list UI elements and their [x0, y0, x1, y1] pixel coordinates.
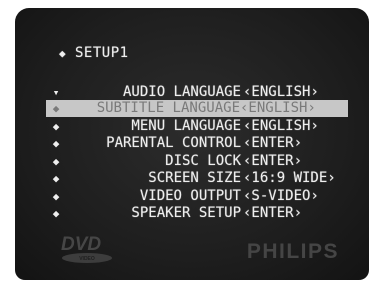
diamond-bullet-icon: ◆ [52, 137, 60, 150]
menu-item-label: DISC LOCK [165, 153, 241, 169]
diamond-bullet-icon: ◆ [52, 190, 60, 203]
menu-item-label: SPEAKER SETUP [131, 205, 241, 221]
diamond-bullet-icon: ◆ [52, 102, 60, 115]
dropdown-arrow-icon: ▾ [52, 86, 60, 99]
menu-item-value: ‹ENGLISH› [243, 118, 319, 134]
menu-item-label: VIDEO OUTPUT [139, 188, 241, 204]
menu-item-disc-lock[interactable]: ◆ DISC LOCK ‹ENTER› [49, 153, 349, 170]
dvd-logo-text: DVD [61, 234, 101, 255]
menu-item-speaker-setup[interactable]: ◆ SPEAKER SETUP ‹ENTER› [49, 205, 349, 222]
menu-item-label: MENU LANGUAGE [131, 118, 241, 134]
menu-item-audio-language[interactable]: ▾ AUDIO LANGUAGE ‹ENGLISH› [49, 84, 349, 101]
dvd-video-logo: DVD VIDEO [61, 234, 112, 263]
menu-title-bullet: ◆ [59, 47, 67, 60]
menu-item-value: ‹ENTER› [243, 205, 303, 221]
menu-item-label: SUBTITLE LANGUAGE [96, 100, 240, 116]
menu-item-label: AUDIO LANGUAGE [122, 84, 241, 100]
menu-title: SETUP1 [75, 45, 129, 61]
diamond-bullet-icon: ◆ [52, 120, 60, 133]
menu-item-value: ‹ENTER› [243, 135, 303, 151]
dvd-logo-subtext: VIDEO [79, 256, 95, 262]
menu-item-value: ‹ENTER› [243, 153, 303, 169]
menu-item-menu-language[interactable]: ◆ MENU LANGUAGE ‹ENGLISH› [49, 118, 349, 135]
menu-item-value: ‹S-VIDEO› [243, 188, 319, 204]
menu-item-value: ‹ENGLISH› [243, 84, 319, 100]
menu-item-screen-size[interactable]: ◆ SCREEN SIZE ‹16:9 WIDE› [49, 170, 349, 187]
menu-item-value: ‹ENGLISH› [240, 100, 316, 116]
philips-logo: PHILIPS [246, 240, 339, 263]
menu-item-label: PARENTAL CONTROL [106, 135, 241, 151]
diamond-bullet-icon: ◆ [52, 172, 60, 185]
diamond-bullet-icon: ◆ [52, 155, 60, 168]
tv-screen: ◆ SETUP1 ▾ AUDIO LANGUAGE ‹ENGLISH› ◆ SU… [15, 8, 369, 280]
menu-item-video-output[interactable]: ◆ VIDEO OUTPUT ‹S-VIDEO› [49, 188, 349, 205]
menu-item-label: SCREEN SIZE [148, 170, 241, 186]
diamond-bullet-icon: ◆ [52, 207, 60, 220]
menu-item-parental-control[interactable]: ◆ PARENTAL CONTROL ‹ENTER› [49, 135, 349, 152]
menu-item-subtitle-language[interactable]: ◆ SUBTITLE LANGUAGE ‹ENGLISH› [46, 100, 348, 117]
menu-item-value: ‹16:9 WIDE› [243, 170, 336, 186]
